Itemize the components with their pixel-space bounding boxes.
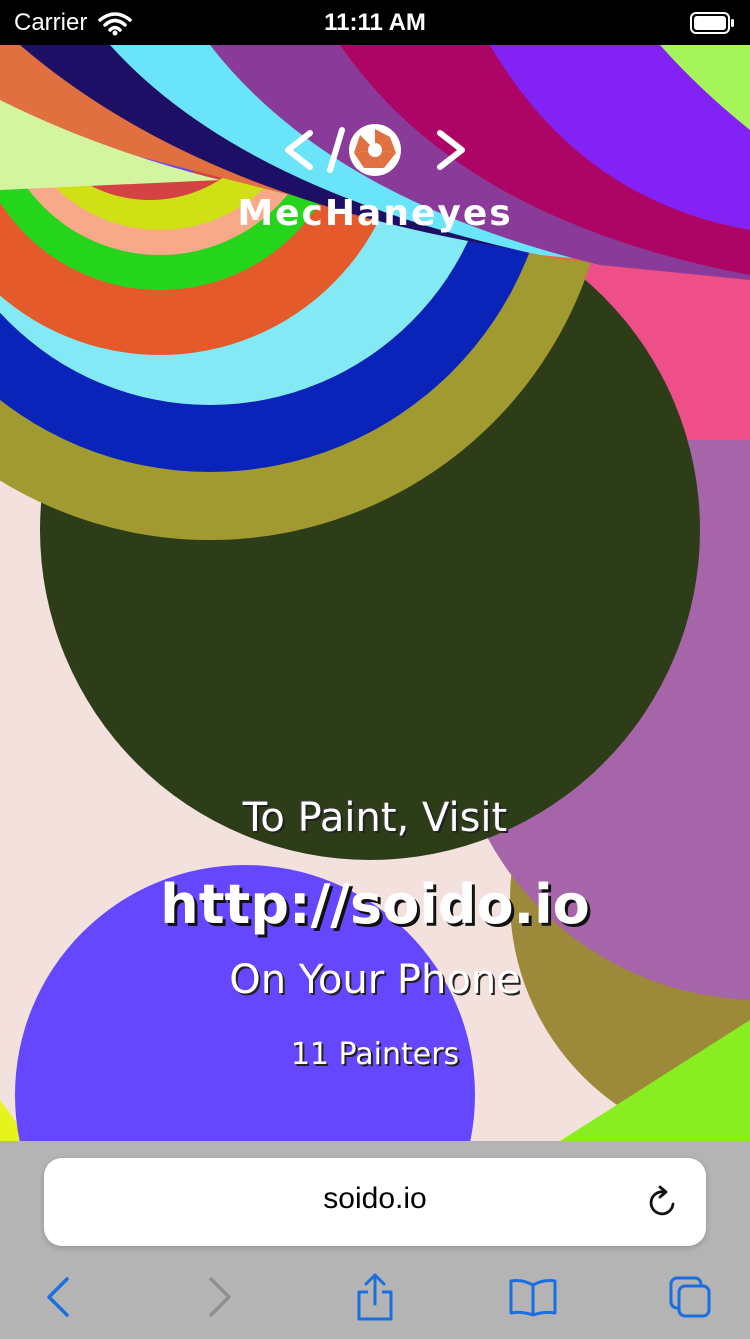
phone-label: On Your Phone: [229, 957, 521, 1003]
bookmarks-icon[interactable]: [508, 1277, 558, 1321]
browser-toolbar: soido.io: [0, 1141, 750, 1339]
bookmarks-button[interactable]: [503, 1269, 563, 1329]
battery-icon: [690, 12, 736, 38]
reload-icon[interactable]: [646, 1184, 680, 1224]
web-content[interactable]: MecHaneyes To Paint, Visit http://soido.…: [0, 45, 750, 1141]
url-label[interactable]: http://soido.io: [0, 873, 750, 936]
status-bar: Carrier 11:11 AM: [0, 0, 750, 45]
logo: MecHaneyes: [0, 115, 750, 234]
forward-button[interactable]: [190, 1269, 250, 1329]
share-icon[interactable]: [355, 1272, 395, 1326]
clock: 11:11 AM: [324, 9, 426, 36]
painters-count: 11 Painters: [290, 1037, 460, 1072]
forward-icon[interactable]: [205, 1275, 235, 1323]
visit-label: To Paint, Visit: [242, 795, 508, 841]
tabs-button[interactable]: [660, 1269, 720, 1329]
share-button[interactable]: [345, 1269, 405, 1329]
back-button[interactable]: [28, 1269, 88, 1329]
back-icon[interactable]: [43, 1275, 73, 1323]
address-bar[interactable]: soido.io: [44, 1158, 706, 1246]
tabs-icon[interactable]: [667, 1274, 713, 1324]
logo-text: MecHaneyes: [237, 193, 513, 234]
code-aperture-logo-icon: [280, 124, 470, 189]
address-text[interactable]: soido.io: [44, 1182, 706, 1216]
